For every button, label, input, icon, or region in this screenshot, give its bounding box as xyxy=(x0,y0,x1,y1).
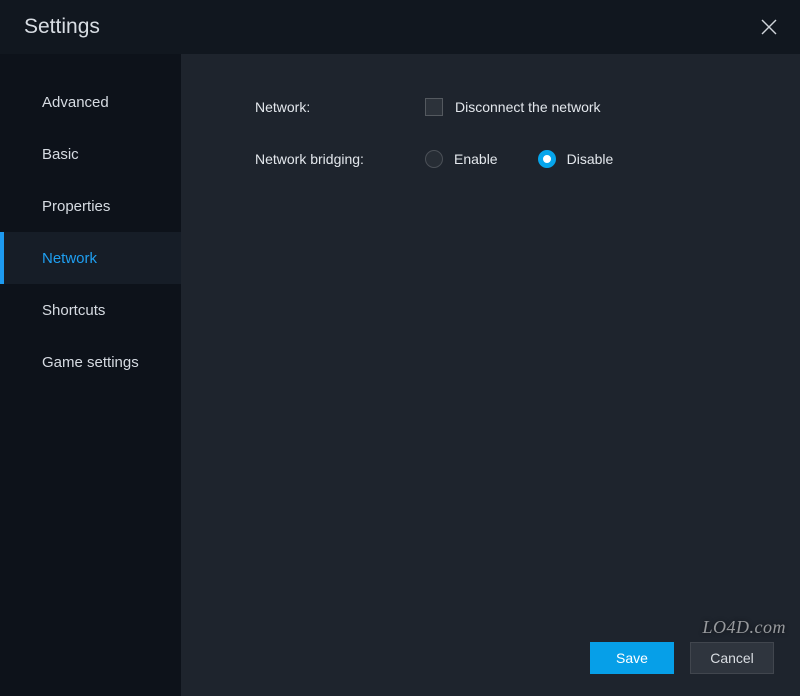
sidebar-item-label: Network xyxy=(42,250,97,267)
bridging-radio-group: Enable Disable xyxy=(425,150,613,168)
radio-label: Enable xyxy=(454,151,498,167)
sidebar-item-label: Game settings xyxy=(42,354,139,371)
close-button[interactable] xyxy=(752,10,786,44)
disconnect-network-checkbox[interactable]: Disconnect the network xyxy=(425,98,601,116)
content-pane: Network: Disconnect the network Network … xyxy=(181,54,800,696)
radio-label: Disable xyxy=(567,151,614,167)
window-body: Advanced Basic Properties Network Shortc… xyxy=(0,54,800,696)
checkbox-icon xyxy=(425,98,443,116)
sidebar-item-basic[interactable]: Basic xyxy=(0,128,181,180)
sidebar: Advanced Basic Properties Network Shortc… xyxy=(0,54,181,696)
settings-window: Settings Advanced Basic Properties Netwo… xyxy=(0,0,800,696)
sidebar-item-properties[interactable]: Properties xyxy=(0,180,181,232)
network-row: Network: Disconnect the network xyxy=(255,98,772,116)
sidebar-item-advanced[interactable]: Advanced xyxy=(0,76,181,128)
watermark-text: LO4D.com xyxy=(703,617,787,638)
sidebar-item-game-settings[interactable]: Game settings xyxy=(0,336,181,388)
sidebar-item-label: Properties xyxy=(42,198,110,215)
radio-icon xyxy=(425,150,443,168)
titlebar: Settings xyxy=(0,0,800,54)
cancel-button[interactable]: Cancel xyxy=(690,642,774,674)
sidebar-item-label: Basic xyxy=(42,146,79,163)
checkbox-label: Disconnect the network xyxy=(455,99,601,115)
bridging-enable-radio[interactable]: Enable xyxy=(425,150,498,168)
sidebar-item-label: Advanced xyxy=(42,94,109,111)
radio-icon xyxy=(538,150,556,168)
sidebar-item-network[interactable]: Network xyxy=(0,232,181,284)
close-icon xyxy=(761,19,777,35)
sidebar-item-label: Shortcuts xyxy=(42,302,105,319)
bridging-row: Network bridging: Enable Disable xyxy=(255,150,772,168)
footer-buttons: Save Cancel xyxy=(590,642,774,674)
bridging-label: Network bridging: xyxy=(255,151,425,167)
sidebar-item-shortcuts[interactable]: Shortcuts xyxy=(0,284,181,336)
window-title: Settings xyxy=(24,15,100,39)
save-button[interactable]: Save xyxy=(590,642,674,674)
network-label: Network: xyxy=(255,99,425,115)
bridging-disable-radio[interactable]: Disable xyxy=(538,150,614,168)
